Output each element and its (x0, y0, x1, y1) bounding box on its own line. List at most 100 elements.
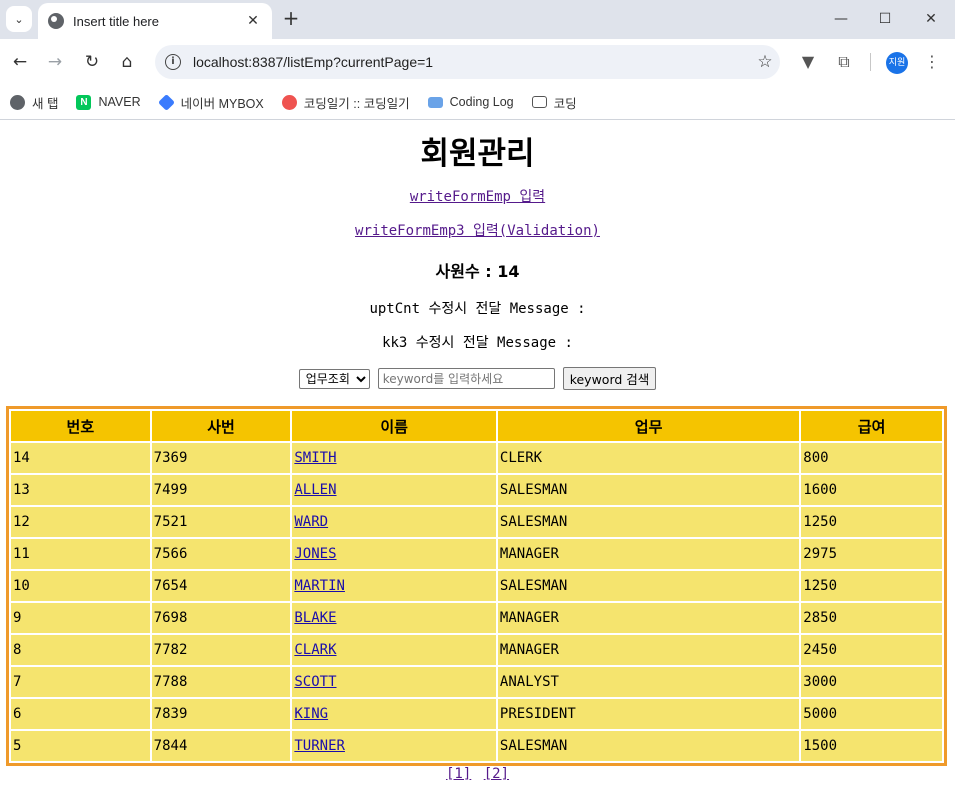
upt-cnt-message: uptCnt 수정시 전달 Message : (369, 301, 586, 317)
page-content: 회원관리 writeFormEmp 입력 writeFormEmp3 입력(Va… (0, 120, 955, 804)
home-icon: ⌂ (121, 52, 133, 72)
table-row: 5 7844 TURNER SALESMAN 1500 (11, 731, 942, 761)
page-link-2[interactable]: [2] (484, 766, 509, 782)
close-icon[interactable]: ✕ (244, 13, 262, 29)
employee-name-link[interactable]: CLARK (294, 642, 336, 658)
cell-number: 11 (11, 539, 150, 569)
employee-name-link[interactable]: JONES (294, 546, 336, 562)
search-type-select[interactable]: 업무조회 (298, 368, 370, 389)
minimize-button[interactable]: — (826, 6, 856, 32)
pagination: [1] [2] (0, 766, 955, 782)
cell-name: WARD (292, 507, 496, 537)
cell-empno: 7782 (151, 635, 291, 665)
cell-job: ANALYST (497, 667, 800, 697)
cell-name: SMITH (292, 443, 496, 473)
mybox-icon (157, 93, 175, 111)
address-bar[interactable]: i localhost:8387/listEmp?currentPage=1 ☆ (155, 45, 780, 79)
bookmark-star-icon[interactable]: ☆ (750, 52, 780, 72)
header-number: 번호 (11, 411, 150, 441)
cell-job: CLERK (497, 443, 800, 473)
cell-number: 7 (11, 667, 150, 697)
employee-table: 번호 사번 이름 업무 급여 14 7369 SMITH CLERK 800 13 7499… (9, 409, 944, 763)
home-button[interactable]: ⌂ (115, 50, 139, 74)
cell-salary: 1250 (801, 507, 942, 537)
header-salary: 급여 (801, 411, 942, 441)
tab-strip: ⌄ Insert title here ✕ + — ☐ ✕ (0, 0, 955, 39)
keyword-search-button[interactable]: keyword 검색 (562, 367, 657, 390)
site-info-icon[interactable]: i (165, 54, 181, 70)
cell-salary: 5000 (801, 699, 942, 729)
cell-empno: 7839 (151, 699, 291, 729)
employee-name-link[interactable]: SCOTT (294, 674, 336, 690)
table-row: 8 7782 CLARK MANAGER 2450 (11, 635, 942, 665)
cell-job: SALESMAN (497, 731, 800, 761)
cell-salary: 1500 (801, 731, 942, 761)
header-job: 업무 (497, 411, 800, 441)
url-text[interactable]: localhost:8387/listEmp?currentPage=1 (193, 54, 750, 70)
forward-button[interactable]: → (43, 50, 67, 74)
cell-name: KING (292, 699, 496, 729)
table-body: 14 7369 SMITH CLERK 800 13 7499 ALLEN SALESMAN 16… (11, 443, 942, 761)
extension-vue-icon[interactable]: ▼ (796, 50, 820, 74)
cell-job: MANAGER (497, 603, 800, 633)
extensions-puzzle-icon[interactable]: ⧉ (832, 50, 856, 74)
arrow-left-icon: ← (12, 52, 28, 72)
employee-name-link[interactable]: BLAKE (294, 610, 336, 626)
employee-name-link[interactable]: KING (294, 706, 328, 722)
link-row-2: writeFormEmp3 입력(Validation) (0, 220, 955, 240)
employee-name-link[interactable]: ALLEN (294, 482, 336, 498)
bookmark-label: 코딩 (553, 96, 577, 111)
coding-diary-icon (281, 94, 297, 110)
bookmark-label: 새 탭 (32, 96, 59, 111)
employee-name-link[interactable]: MARTIN (294, 578, 345, 594)
bookmark-label: NAVER (98, 95, 141, 109)
back-button[interactable]: ← (8, 50, 32, 74)
employee-name-link[interactable]: SMITH (294, 450, 336, 466)
cell-name: SCOTT (292, 667, 496, 697)
globe-icon (48, 13, 64, 29)
close-window-button[interactable]: ✕ (916, 6, 946, 32)
employee-name-link[interactable]: WARD (294, 514, 328, 530)
cell-name: TURNER (292, 731, 496, 761)
bookmark-new-tab[interactable]: 새 탭 (10, 93, 58, 112)
write-form-emp-link[interactable]: writeFormEmp 입력 (410, 189, 545, 205)
bookmark-mybox[interactable]: 네이버 MYBOX (157, 93, 264, 112)
employee-name-link[interactable]: TURNER (294, 738, 345, 754)
cell-job: PRESIDENT (497, 699, 800, 729)
bookmark-naver[interactable]: N NAVER (76, 94, 141, 110)
cell-number: 8 (11, 635, 150, 665)
bookmark-coding-diary[interactable]: 코딩일기 :: 코딩일기 (281, 93, 410, 112)
cell-number: 9 (11, 603, 150, 633)
new-tab-button[interactable]: + (280, 8, 302, 30)
bookmark-folder-coding[interactable]: 코딩 (531, 93, 577, 112)
profile-avatar[interactable]: 지원 (886, 52, 908, 74)
more-menu-icon[interactable]: ⋮ (920, 50, 944, 74)
browser-toolbar: ← → ↻ ⌂ i localhost:8387/listEmp?current… (0, 39, 955, 85)
chevron-down-icon: ⌄ (14, 12, 24, 26)
keyword-input[interactable] (377, 368, 555, 389)
kk3-message: kk3 수정시 전달 Message : (382, 335, 573, 351)
minimize-icon: — (834, 11, 848, 27)
cell-salary: 1250 (801, 571, 942, 601)
reload-button[interactable]: ↻ (80, 50, 104, 74)
cell-empno: 7698 (151, 603, 291, 633)
cell-name: ALLEN (292, 475, 496, 505)
cell-number: 14 (11, 443, 150, 473)
cell-empno: 7566 (151, 539, 291, 569)
page-title: 회원관리 (420, 136, 535, 172)
table-row: 12 7521 WARD SALESMAN 1250 (11, 507, 942, 537)
tab-search-button[interactable]: ⌄ (6, 6, 32, 32)
maximize-button[interactable]: ☐ (870, 6, 900, 32)
write-form-emp3-link[interactable]: writeFormEmp3 입력(Validation) (355, 223, 600, 239)
cell-name: CLARK (292, 635, 496, 665)
cell-job: SALESMAN (497, 475, 800, 505)
cell-job: SALESMAN (497, 507, 800, 537)
tab-title: Insert title here (73, 13, 159, 29)
tab-active[interactable]: Insert title here ✕ (38, 3, 272, 39)
bookmark-coding-log[interactable]: Coding Log (427, 95, 514, 109)
table-row: 7 7788 SCOTT ANALYST 3000 (11, 667, 942, 697)
cell-number: 10 (11, 571, 150, 601)
globe-icon (10, 94, 25, 110)
cell-empno: 7654 (151, 571, 291, 601)
page-link-1[interactable]: [1] (446, 766, 471, 782)
